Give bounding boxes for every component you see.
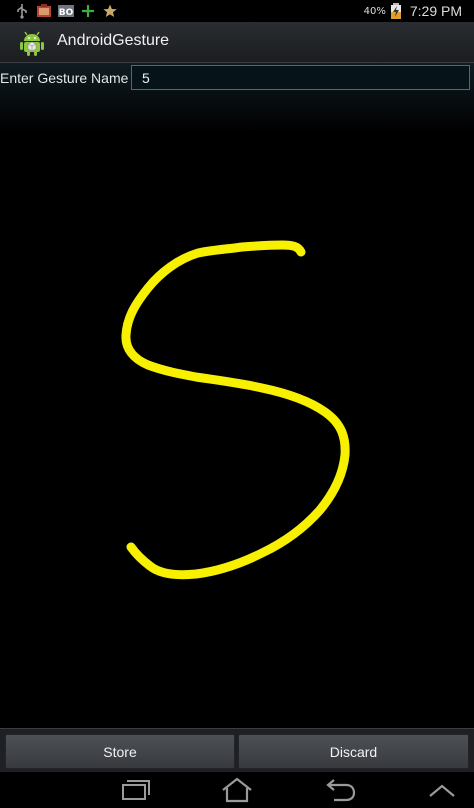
recent-apps-icon[interactable] [115, 776, 155, 804]
action-bar: AndroidGesture [0, 22, 474, 63]
gesture-content: Enter Gesture Name [0, 63, 474, 727]
screen: BO 40% 7:29 PM AndroidGesture Enter Gest… [0, 0, 474, 808]
gesture-overlay[interactable] [0, 95, 474, 727]
gesture-name-label: Enter Gesture Name [0, 70, 129, 86]
gesture-stroke [121, 240, 350, 580]
notification-icons: BO [14, 3, 118, 19]
bo-notification-icon: BO [58, 3, 74, 19]
gallery-icon [36, 3, 52, 19]
system-status: 40% 7:29 PM [364, 2, 462, 20]
app-title: AndroidGesture [57, 32, 170, 49]
android-app-icon[interactable] [17, 27, 47, 57]
home-icon[interactable] [217, 776, 257, 804]
battery-charging-icon [390, 3, 406, 19]
star-icon [102, 3, 118, 19]
menu-up-icon[interactable] [422, 776, 462, 804]
back-icon[interactable] [320, 776, 360, 804]
battery-percent: 40% [363, 5, 386, 17]
plus-icon [80, 3, 96, 19]
navigation-bar [0, 772, 474, 808]
gesture-name-input[interactable] [131, 65, 470, 90]
button-bar: Store Discard [0, 728, 474, 773]
discard-button[interactable]: Discard [238, 734, 469, 769]
store-button[interactable]: Store [5, 734, 235, 769]
status-bar: BO 40% 7:29 PM [0, 0, 474, 22]
usb-icon [14, 3, 30, 19]
clock: 7:29 PM [409, 3, 462, 19]
bo-text: BO [59, 8, 74, 18]
